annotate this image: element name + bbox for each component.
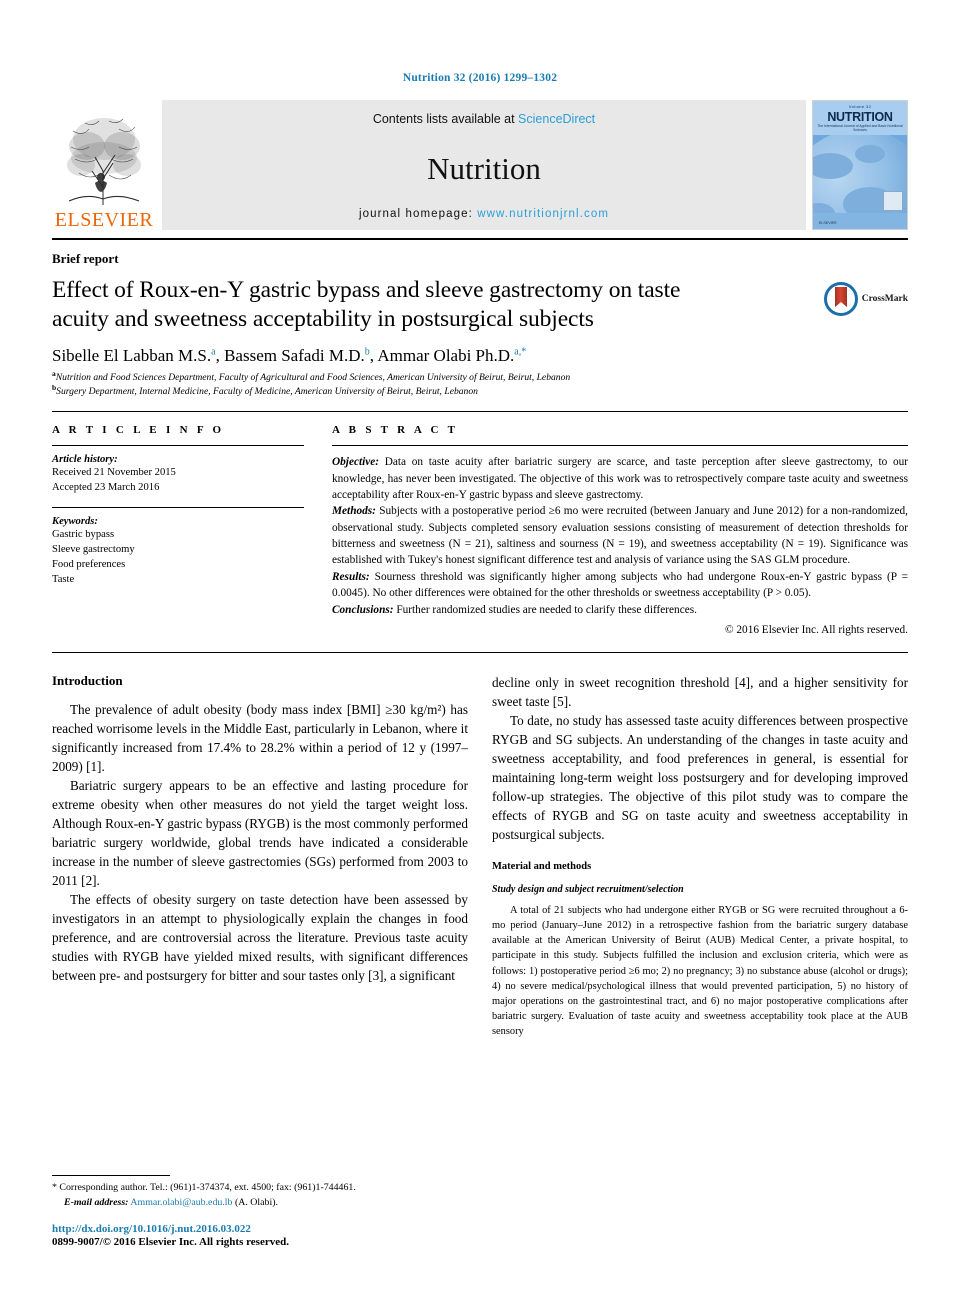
abstract-column: A B S T R A C T Objective: Data on taste… — [332, 424, 908, 636]
journal-name: Nutrition — [427, 150, 541, 186]
cover-land-mass — [813, 153, 853, 179]
author-affil-mark: a,* — [514, 346, 527, 358]
body-paragraph: The prevalence of adult obesity (body ma… — [52, 701, 468, 774]
keyword-item: Gastric bypass — [52, 529, 115, 541]
journal-cover-thumbnail: Volume 32 NUTRITION The International Jo… — [812, 100, 908, 230]
introduction-heading: Introduction — [52, 672, 123, 688]
footnote-rule — [52, 1175, 170, 1177]
body-paragraph: Bariatric surgery appears to be an effec… — [52, 777, 468, 888]
masthead-center: Contents lists available at ScienceDirec… — [162, 100, 806, 230]
email-note: E-mail address: Ammar.olabi@aub.edu.lb (… — [52, 1196, 468, 1210]
article-type-label: Brief report — [52, 251, 119, 266]
elsevier-tree-icon — [65, 113, 143, 209]
email-link[interactable]: Ammar.olabi@aub.edu.lb — [130, 1197, 232, 1208]
abstract-lead-label: Conclusions: — [332, 603, 394, 616]
footnote-block: * Corresponding author. Tel.: (961)1-374… — [52, 1175, 468, 1248]
author-name: Sibelle El Labban M.S. — [52, 346, 212, 366]
abstract-lead-label: Results: — [332, 570, 370, 583]
journal-masthead: ELSEVIER Contents lists available at Sci… — [52, 100, 908, 230]
author-name: Ammar Olabi Ph.D. — [377, 346, 515, 366]
keyword-item: Taste — [52, 574, 75, 586]
cover-barcode-icon — [883, 191, 903, 211]
sciencedirect-link[interactable]: ScienceDirect — [518, 112, 595, 126]
abstract-lead-label: Objective: — [332, 456, 380, 469]
elsevier-logo: ELSEVIER — [52, 100, 156, 230]
elsevier-wordmark: ELSEVIER — [54, 209, 154, 231]
abstract-section-text: Further randomized studies are needed to… — [393, 603, 697, 616]
material-and-methods-heading: Material and methods — [492, 860, 592, 872]
body-column-left: Introduction The prevalence of adult obe… — [52, 673, 468, 1040]
cover-land-mass — [855, 145, 885, 163]
author-name: Bassem Safadi M.D. — [224, 346, 365, 366]
email-label: E-mail address: — [64, 1196, 129, 1208]
affiliation-item: aNutrition and Food Sciences Department,… — [52, 370, 908, 385]
homepage-prefix: journal homepage: — [358, 208, 478, 220]
affiliation-item: bSurgery Department, Internal Medicine, … — [52, 384, 908, 399]
cover-journal-subtitle: The International Journal of Applied and… — [817, 124, 903, 132]
keyword-item: Sleeve gastrectomy — [52, 544, 135, 556]
abstract-bottom-divider — [52, 651, 908, 653]
body-paragraph: A total of 21 subjects who had undergone… — [492, 904, 908, 1038]
body-paragraph: decline only in sweet recognition thresh… — [492, 674, 908, 709]
journal-homepage-line: journal homepage: www.nutritionjrnl.com — [359, 208, 609, 220]
abstract-section-objective: Objective: Data on taste acuity after ba… — [332, 454, 908, 503]
abstract-section-methods: Methods: Subjects with a postoperative p… — [332, 503, 908, 569]
article-history-label: Article history: — [52, 454, 118, 466]
abstract-section-text: Sourness threshold was significantly hig… — [332, 570, 908, 600]
masthead-divider — [52, 238, 908, 240]
abstract-lead-label: Methods: — [332, 505, 376, 518]
page-title: Effect of Roux-en-Y gastric bypass and s… — [52, 277, 681, 332]
abstract-section-text: Data on taste acuity after bariatric sur… — [332, 456, 908, 501]
contents-prefix: Contents lists available at — [372, 112, 519, 126]
article-info-heading: A R T I C L E I N F O — [52, 424, 225, 437]
affiliation-text: Nutrition and Food Sciences Department, … — [55, 372, 571, 384]
crossmark-badge[interactable]: CrossMark — [823, 282, 908, 316]
doi-link[interactable]: http://dx.doi.org/10.1016/j.nut.2016.03.… — [52, 1223, 468, 1235]
affiliation-list: aNutrition and Food Sciences Department,… — [52, 370, 908, 399]
abstract-rule — [332, 445, 908, 447]
keyword-item: Food preferences — [52, 559, 126, 571]
running-head: Nutrition 32 (2016) 1299–1302 — [402, 72, 558, 84]
article-history-accepted: Accepted 23 March 2016 — [52, 482, 160, 494]
abstract-copyright: © 2016 Elsevier Inc. All rights reserved… — [724, 623, 908, 636]
info-abstract-block: A R T I C L E I N F O Article history: R… — [52, 424, 908, 636]
keywords-rule — [52, 507, 304, 509]
body-paragraph: The effects of obesity surgery on taste … — [52, 891, 468, 983]
affiliation-text: Surgery Department, Internal Medicine, F… — [56, 386, 478, 398]
article-history-received: Received 21 November 2015 — [52, 467, 176, 479]
article-info-column: A R T I C L E I N F O Article history: R… — [52, 424, 304, 636]
crossmark-icon — [823, 282, 858, 316]
article-info-rule — [52, 445, 304, 447]
title-row: Effect of Roux-en-Y gastric bypass and s… — [52, 276, 908, 333]
body-column-right: decline only in sweet recognition thresh… — [492, 673, 908, 1040]
email-suffix: (A. Olabi). — [232, 1196, 278, 1208]
cover-volume-label: Volume 32 — [848, 104, 872, 109]
homepage-url-link[interactable]: www.nutritionjrnl.com — [477, 208, 609, 220]
contents-lists-line: Contents lists available at ScienceDirec… — [373, 112, 595, 126]
cover-journal-title: NUTRITION — [827, 110, 893, 124]
article-head-divider — [52, 411, 908, 413]
body-paragraph: To date, no study has assessed taste acu… — [492, 712, 908, 842]
body-columns: Introduction The prevalence of adult obe… — [52, 673, 908, 1040]
author-list: Sibelle El Labban M.S.a, Bassem Safadi M… — [52, 346, 908, 366]
crossmark-label: CrossMark — [861, 294, 908, 304]
cover-publisher-label: ELSEVIER — [819, 221, 837, 225]
issn-copyright-line: 0899-9007/© 2016 Elsevier Inc. All right… — [52, 1236, 289, 1248]
abstract-section-conclusions: Conclusions: Further randomized studies … — [332, 602, 908, 618]
author-separator: , — [215, 346, 225, 366]
study-design-subheading: Study design and subject recruitment/sel… — [492, 883, 684, 895]
keywords-label: Keywords: — [52, 516, 98, 528]
corresponding-author-note: * Corresponding author. Tel.: (961)1-374… — [52, 1182, 356, 1194]
abstract-heading: A B S T R A C T — [332, 424, 459, 437]
abstract-section-results: Results: Sourness threshold was signific… — [332, 569, 908, 602]
abstract-section-text: Subjects with a postoperative period ≥6 … — [332, 505, 908, 567]
paper-page: Nutrition 32 (2016) 1299–1302 ELSEVIER C… — [0, 0, 960, 1290]
